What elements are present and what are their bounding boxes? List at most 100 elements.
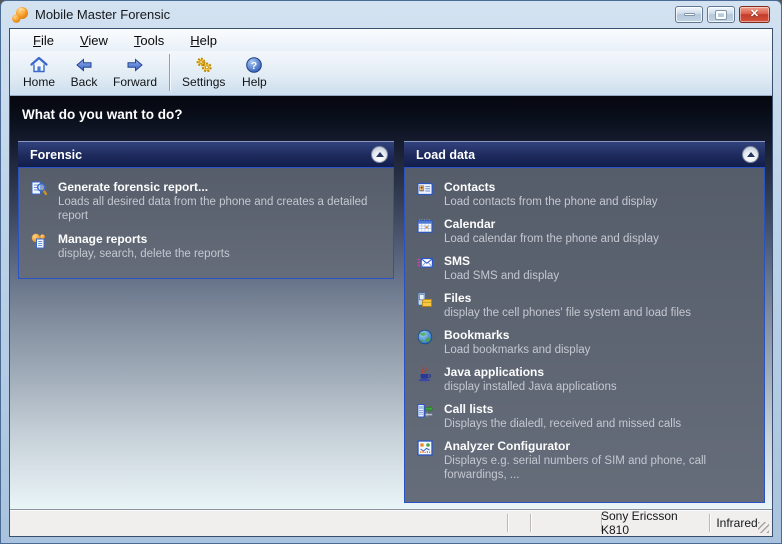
toolbar-separator: [169, 54, 170, 91]
item-desc: display, search, delete the reports: [58, 247, 230, 261]
status-device: Sony Ericsson K810: [601, 510, 709, 536]
resize-grip[interactable]: [758, 522, 769, 533]
item-text: Analyzer Configurator Displays e.g. seri…: [444, 439, 754, 482]
item-title: Manage reports: [58, 232, 230, 247]
load-data-panel-body: Contacts Load contacts from the phone an…: [404, 167, 765, 503]
analyzer-icon: [417, 440, 433, 456]
close-button[interactable]: ✕: [739, 6, 770, 23]
load-data-panel-title: Load data: [416, 148, 742, 162]
status-separator: [530, 514, 531, 532]
forward-button[interactable]: Forward: [106, 54, 164, 89]
calendar-item[interactable]: Calendar Load calendar from the phone an…: [417, 217, 754, 246]
forensic-panel: Forensic Generate fore: [18, 141, 394, 279]
item-desc: display installed Java applications: [444, 380, 617, 394]
item-title: Contacts: [444, 180, 658, 195]
main-content: What do you want to do? Forensic: [10, 96, 772, 509]
home-label: Home: [23, 75, 55, 89]
item-title: SMS: [444, 254, 559, 269]
menu-file[interactable]: File: [20, 31, 67, 50]
menu-view[interactable]: View: [67, 31, 121, 50]
item-text: Manage reports display, search, delete t…: [58, 232, 230, 261]
maximize-button[interactable]: [707, 6, 735, 23]
item-text: Contacts Load contacts from the phone an…: [444, 180, 658, 209]
sms-item[interactable]: SMS Load SMS and display: [417, 254, 754, 283]
files-item[interactable]: Files display the cell phones' file syst…: [417, 291, 754, 320]
title-bar[interactable]: Mobile Master Forensic ✕: [9, 1, 773, 28]
calendar-icon: [417, 218, 433, 234]
load-data-panel: Load data: [404, 141, 765, 503]
chevron-up-icon: [376, 152, 384, 157]
status-connection: Infrared: [709, 510, 765, 536]
forward-arrow-icon: [126, 56, 144, 74]
home-button[interactable]: Home: [16, 54, 62, 89]
back-arrow-icon: [75, 56, 93, 74]
forward-label: Forward: [113, 75, 157, 89]
home-icon: [30, 56, 48, 74]
item-desc: Load calendar from the phone and display: [444, 232, 659, 246]
help-button[interactable]: ? Help: [232, 54, 276, 89]
item-title: Files: [444, 291, 691, 306]
item-text: Generate forensic report... Loads all de…: [58, 180, 383, 223]
java-cup-icon: [417, 366, 433, 382]
window-controls: ✕: [675, 6, 770, 23]
item-text: Files display the cell phones' file syst…: [444, 291, 691, 320]
item-desc: Load SMS and display: [444, 269, 559, 283]
globe-icon: [417, 329, 433, 345]
window-title: Mobile Master Forensic: [35, 7, 170, 22]
chevron-up-icon: [747, 152, 755, 157]
status-bar: Sony Ericsson K810 Infrared: [10, 509, 772, 536]
call-lists-item[interactable]: Call lists Displays the dialedl, receive…: [417, 402, 754, 431]
back-button[interactable]: Back: [62, 54, 106, 89]
analyzer-configurator-item[interactable]: Analyzer Configurator Displays e.g. seri…: [417, 439, 754, 482]
report-magnifier-icon: [31, 181, 47, 197]
item-text: Java applications display installed Java…: [444, 365, 617, 394]
back-label: Back: [71, 75, 98, 89]
item-desc: Displays the dialedl, received and misse…: [444, 417, 681, 431]
item-text: Calendar Load calendar from the phone an…: [444, 217, 659, 246]
page-title: What do you want to do?: [22, 107, 182, 122]
forensic-panel-title: Forensic: [30, 148, 371, 162]
close-icon: ✕: [750, 9, 759, 20]
item-desc: Loads all desired data from the phone an…: [58, 195, 383, 223]
minimize-button[interactable]: [675, 6, 703, 23]
manage-reports-item[interactable]: Manage reports display, search, delete t…: [31, 232, 383, 261]
settings-button[interactable]: Settings: [175, 54, 232, 89]
call-lists-icon: [417, 403, 433, 419]
toolbar: Home Back Forward: [10, 51, 772, 96]
load-data-collapse-button[interactable]: [742, 146, 759, 163]
item-desc: Displays e.g. serial numbers of SIM and …: [444, 454, 754, 482]
forensic-panel-body: Generate forensic report... Loads all de…: [18, 167, 394, 279]
item-title: Calendar: [444, 217, 659, 232]
item-desc: Load contacts from the phone and display: [444, 195, 658, 209]
menu-help[interactable]: Help: [177, 31, 230, 50]
item-text: Call lists Displays the dialedl, receive…: [444, 402, 681, 431]
menu-tools[interactable]: Tools: [121, 31, 177, 50]
item-text: SMS Load SMS and display: [444, 254, 559, 283]
java-applications-item[interactable]: Java applications display installed Java…: [417, 365, 754, 394]
svg-text:?: ?: [251, 60, 257, 72]
maximize-icon: [716, 11, 726, 19]
app-logo-icon: [11, 6, 29, 24]
item-title: Java applications: [444, 365, 617, 380]
manage-reports-icon: [31, 233, 47, 249]
bookmarks-item[interactable]: Bookmarks Load bookmarks and display: [417, 328, 754, 357]
files-icon: [417, 292, 433, 308]
app-window: Mobile Master Forensic ✕ File View Tools…: [0, 0, 782, 544]
item-desc: display the cell phones' file system and…: [444, 306, 691, 320]
settings-label: Settings: [182, 75, 225, 89]
generate-forensic-report-item[interactable]: Generate forensic report... Loads all de…: [31, 180, 383, 223]
forensic-panel-header: Forensic: [18, 141, 394, 167]
item-desc: Load bookmarks and display: [444, 343, 590, 357]
contacts-item[interactable]: Contacts Load contacts from the phone an…: [417, 180, 754, 209]
minimize-icon: [684, 13, 695, 16]
help-icon: ?: [245, 56, 263, 74]
item-title: Analyzer Configurator: [444, 439, 754, 454]
contacts-icon: [417, 181, 433, 197]
menu-bar: File View Tools Help: [10, 29, 772, 51]
gear-icon: [195, 56, 213, 74]
item-title: Bookmarks: [444, 328, 590, 343]
sms-envelope-icon: [417, 255, 433, 271]
item-title: Call lists: [444, 402, 681, 417]
forensic-collapse-button[interactable]: [371, 146, 388, 163]
item-text: Bookmarks Load bookmarks and display: [444, 328, 590, 357]
